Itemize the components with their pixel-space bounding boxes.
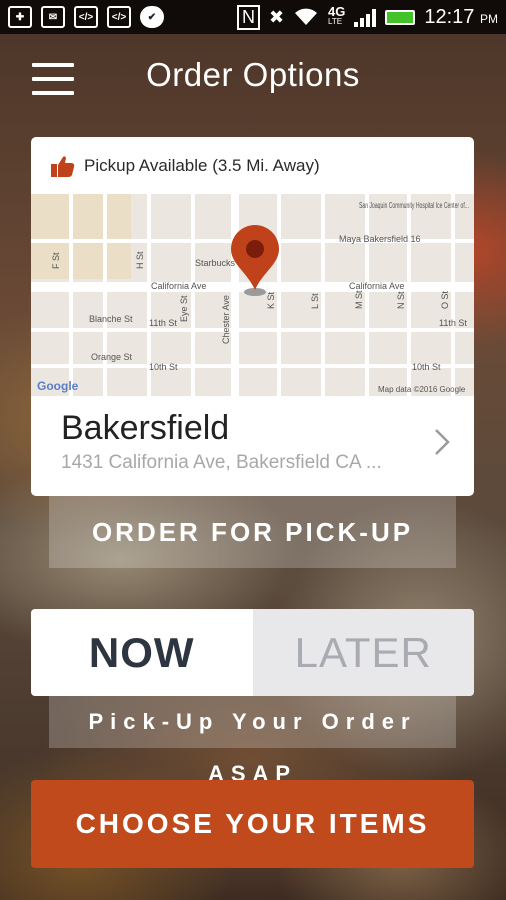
street-label: Orange St xyxy=(91,352,133,362)
street-label: O St xyxy=(440,290,450,309)
pickup-asap-text: Pick-Up Your Order ASAP xyxy=(49,696,456,786)
clock: 12:17 PM xyxy=(424,6,498,29)
location-address: 1431 California Ave, Bakersfield CA ... xyxy=(61,452,382,473)
clock-ampm: PM xyxy=(480,11,498,26)
street-label: Eye St xyxy=(179,295,189,322)
battery-icon xyxy=(385,9,416,25)
location-card[interactable]: Pickup Available (3.5 Mi. Away) Californ xyxy=(31,137,474,496)
network-subtype: LTE xyxy=(328,17,343,26)
time-toggle: NOW LATER xyxy=(31,609,474,696)
code-icon: </> xyxy=(74,6,98,28)
nfc-icon: N xyxy=(236,4,260,30)
choose-your-items-button[interactable]: CHOOSE YOUR ITEMS xyxy=(31,780,474,868)
street-label: K St xyxy=(266,291,276,309)
thumbs-up-icon xyxy=(51,155,75,177)
pickup-status-text: Pickup Available (3.5 Mi. Away) xyxy=(84,155,320,175)
street-label: 10th St xyxy=(412,362,441,372)
street-label: L St xyxy=(310,293,320,309)
tab-later[interactable]: LATER xyxy=(252,609,474,696)
mute-icon: ✖ xyxy=(268,6,285,27)
network-type: 4G xyxy=(328,4,346,19)
page-title: Order Options xyxy=(146,56,360,93)
chat-icon: ✔ xyxy=(140,6,164,28)
chevron-right-icon[interactable] xyxy=(434,428,450,456)
street-label: California Ave xyxy=(349,281,404,291)
street-label: 11th St xyxy=(149,318,177,328)
status-bar: ✚ ✉ </> </> ✔ N ✖ 4G LTE 12:17 PM xyxy=(0,0,506,34)
order-for-pickup-button[interactable]: ORDER FOR PICK-UP xyxy=(49,496,456,568)
signal-icon xyxy=(354,7,377,27)
street-label: H St xyxy=(135,251,145,269)
map-attribution: Map data ©2016 Google xyxy=(378,385,466,394)
street-label: 11th St xyxy=(439,318,467,328)
location-map[interactable]: California Ave California Ave 11th St 11… xyxy=(31,194,474,396)
wifi-icon xyxy=(295,8,318,25)
street-label: Chester Ave xyxy=(221,295,231,344)
street-label: N St xyxy=(396,291,406,309)
pickup-availability: Pickup Available (3.5 Mi. Away) xyxy=(31,137,474,194)
network-indicator: 4G LTE xyxy=(328,4,346,27)
street-label: California Ave xyxy=(151,281,206,291)
code-icon-2: </> xyxy=(107,6,131,28)
add-icon: ✚ xyxy=(8,6,32,28)
poi-label: Starbucks xyxy=(195,258,236,268)
clock-time: 12:17 xyxy=(424,5,475,28)
mail-icon: ✉ xyxy=(41,6,65,28)
tab-now[interactable]: NOW xyxy=(31,609,253,696)
location-name: Bakersfield xyxy=(61,409,230,447)
poi-label: San Joaquin Community Hospital Ice Cente… xyxy=(359,201,469,210)
google-logo: Google xyxy=(37,379,79,393)
location-details-row[interactable]: Bakersfield 1431 California Ave, Bakersf… xyxy=(31,396,474,496)
street-label: F St xyxy=(51,252,61,269)
poi-label: Maya Bakersfield 16 xyxy=(339,234,421,244)
street-label: M St xyxy=(354,290,364,309)
app-header: Order Options xyxy=(0,34,506,124)
street-label: Blanche St xyxy=(89,314,133,324)
street-label: 10th St xyxy=(149,362,178,372)
